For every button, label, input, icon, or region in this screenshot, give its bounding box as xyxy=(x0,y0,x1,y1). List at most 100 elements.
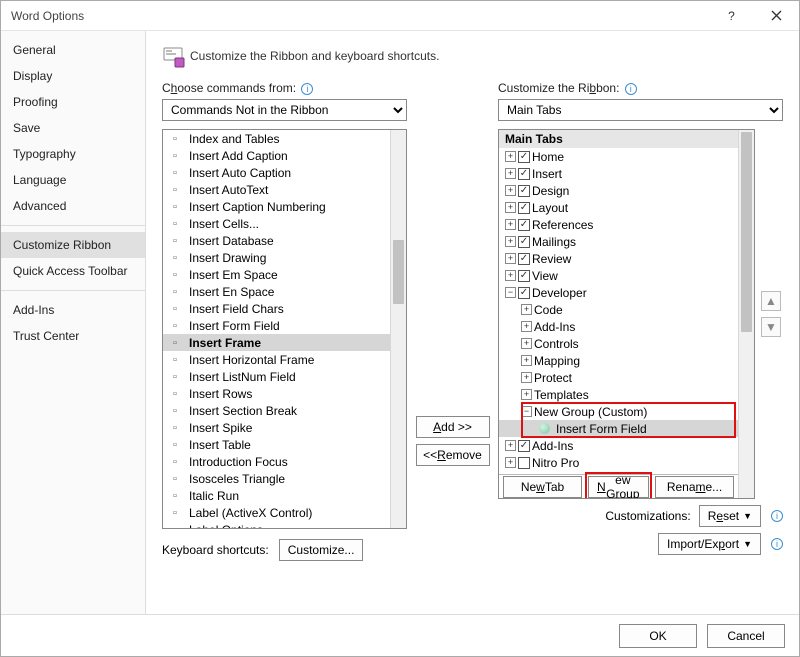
tree-group[interactable]: +Protect xyxy=(499,369,738,386)
tree-tab[interactable]: +Nitro Pro xyxy=(499,454,738,471)
sidebar-item-save[interactable]: Save xyxy=(1,115,145,141)
sidebar-item-customize-ribbon[interactable]: Customize Ribbon xyxy=(1,232,145,258)
reset-button[interactable]: Reset▼ xyxy=(699,505,761,527)
move-up-button[interactable]: ▲ xyxy=(761,291,781,311)
customize-ribbon-icon xyxy=(162,45,182,67)
command-icon: ▫ xyxy=(167,438,183,452)
customize-shortcuts-button[interactable]: Customize... xyxy=(279,539,364,561)
move-down-button[interactable]: ▼ xyxy=(761,317,781,337)
ribbon-tree[interactable]: Main Tabs +✓Home+✓Insert+✓Design+✓Layout… xyxy=(498,129,755,499)
choose-commands-combo[interactable]: Commands Not in the Ribbon xyxy=(162,99,407,121)
command-item[interactable]: ▫Insert En Space xyxy=(163,283,390,300)
sidebar-item-typography[interactable]: Typography xyxy=(1,141,145,167)
sidebar-item-trust-center[interactable]: Trust Center xyxy=(1,323,145,349)
command-icon: ▫ xyxy=(167,353,183,367)
tree-tab[interactable]: +✓Add-Ins xyxy=(499,437,738,454)
tree-custom-item[interactable]: Insert Form Field xyxy=(499,420,738,437)
help-button[interactable]: ? xyxy=(709,1,754,31)
keyboard-shortcuts-label: Keyboard shortcuts: xyxy=(162,543,269,557)
info-icon[interactable]: i xyxy=(771,510,783,522)
command-item[interactable]: ▫Introduction Focus xyxy=(163,453,390,470)
tree-group[interactable]: +Templates xyxy=(499,386,738,403)
command-icon: ▫ xyxy=(167,268,183,282)
command-item[interactable]: ▫Insert Form Field xyxy=(163,317,390,334)
tree-tab[interactable]: +✓View xyxy=(499,267,738,284)
sidebar-item-language[interactable]: Language xyxy=(1,167,145,193)
command-item[interactable]: ▫Insert Field Chars xyxy=(163,300,390,317)
scrollbar[interactable] xyxy=(390,130,406,528)
command-item[interactable]: ▫Insert Table xyxy=(163,436,390,453)
dialog-body: GeneralDisplayProofingSaveTypographyLang… xyxy=(1,31,799,614)
tree-group[interactable]: +Add-Ins xyxy=(499,318,738,335)
new-group-button[interactable]: New Group xyxy=(588,476,649,498)
sidebar-item-proofing[interactable]: Proofing xyxy=(1,89,145,115)
titlebar: Word Options ? xyxy=(1,1,799,31)
info-icon[interactable]: i xyxy=(625,83,637,95)
close-button[interactable] xyxy=(754,1,799,31)
sidebar-item-general[interactable]: General xyxy=(1,37,145,63)
tree-tab-developer[interactable]: −✓Developer xyxy=(499,284,738,301)
command-item[interactable]: ▫Insert Horizontal Frame xyxy=(163,351,390,368)
command-item[interactable]: ▫Insert Add Caption xyxy=(163,147,390,164)
command-icon: ▫ xyxy=(167,302,183,316)
tree-tab[interactable]: +✓Home xyxy=(499,148,738,165)
command-item[interactable]: ▫Italic Run xyxy=(163,487,390,504)
keyboard-shortcuts-row: Keyboard shortcuts: Customize... xyxy=(162,539,407,561)
command-item[interactable]: ▫Insert AutoText xyxy=(163,181,390,198)
command-item[interactable]: ▫Insert Cells... xyxy=(163,215,390,232)
command-item[interactable]: ▫Insert Frame xyxy=(163,334,390,351)
commands-listbox[interactable]: ▫Index and Tables▫Insert Add Caption▫Ins… xyxy=(162,129,407,529)
tree-tab[interactable]: +✓Review xyxy=(499,250,738,267)
customizations-label: Customizations: xyxy=(605,509,690,523)
tree-tab[interactable]: +✓Insert xyxy=(499,165,738,182)
command-item[interactable]: ▫Insert Database xyxy=(163,232,390,249)
command-icon: ▫ xyxy=(167,472,183,486)
import-export-button[interactable]: Import/Export▼ xyxy=(658,533,761,555)
command-icon: ▫ xyxy=(167,217,183,231)
tree-tab[interactable]: +✓Mailings xyxy=(499,233,738,250)
command-item[interactable]: ▫Label (ActiveX Control) xyxy=(163,504,390,521)
page-header: Customize the Ribbon and keyboard shortc… xyxy=(162,45,783,67)
command-item[interactable]: ▫Insert ListNum Field xyxy=(163,368,390,385)
customize-ribbon-combo[interactable]: Main Tabs xyxy=(498,99,783,121)
tree-tab[interactable]: +✓Design xyxy=(499,182,738,199)
scrollbar[interactable] xyxy=(738,130,754,498)
command-icon: ▫ xyxy=(167,421,183,435)
transfer-buttons: Add >> << Remove xyxy=(415,81,490,614)
command-item[interactable]: ▫Insert Em Space xyxy=(163,266,390,283)
info-icon[interactable]: i xyxy=(771,538,783,550)
command-item[interactable]: ▫Insert Spike xyxy=(163,419,390,436)
tree-footer: New Tab New Group Rename... xyxy=(499,474,738,498)
ribbon-column: Customize the Ribbon: i Main Tabs Main T… xyxy=(498,81,783,614)
ok-button[interactable]: OK xyxy=(619,624,697,648)
tree-group[interactable]: +Mapping xyxy=(499,352,738,369)
sidebar-item-quick-access-toolbar[interactable]: Quick Access Toolbar xyxy=(1,258,145,284)
tree-group[interactable]: +Controls xyxy=(499,335,738,352)
command-item[interactable]: ▫Insert Drawing xyxy=(163,249,390,266)
tree-tab[interactable]: +✓Layout xyxy=(499,199,738,216)
command-item[interactable]: ▫Label Options... xyxy=(163,521,390,528)
tree-custom-group[interactable]: −New Group (Custom) xyxy=(499,403,738,420)
sidebar-item-advanced[interactable]: Advanced xyxy=(1,193,145,219)
tree-group[interactable]: +Code xyxy=(499,301,738,318)
sidebar-item-display[interactable]: Display xyxy=(1,63,145,89)
command-item[interactable]: ▫Insert Rows xyxy=(163,385,390,402)
command-item[interactable]: ▫Insert Caption Numbering xyxy=(163,198,390,215)
command-item[interactable]: ▫Index and Tables xyxy=(163,130,390,147)
command-item[interactable]: ▫Insert Section Break xyxy=(163,402,390,419)
category-sidebar: GeneralDisplayProofingSaveTypographyLang… xyxy=(1,31,146,614)
command-item[interactable]: ▫Insert Auto Caption xyxy=(163,164,390,181)
remove-button[interactable]: << Remove xyxy=(416,444,490,466)
info-icon[interactable]: i xyxy=(301,83,313,95)
word-options-dialog: Word Options ? GeneralDisplayProofingSav… xyxy=(0,0,800,657)
command-icon: ▫ xyxy=(167,404,183,418)
rename-button[interactable]: Rename... xyxy=(655,476,734,498)
new-tab-button[interactable]: New Tab xyxy=(503,476,582,498)
add-button[interactable]: Add >> xyxy=(416,416,490,438)
sidebar-item-add-ins[interactable]: Add-Ins xyxy=(1,297,145,323)
cancel-button[interactable]: Cancel xyxy=(707,624,785,648)
tree-tab[interactable]: +✓References xyxy=(499,216,738,233)
command-icon: ▫ xyxy=(167,251,183,265)
customizations-row: Customizations: Reset▼ i xyxy=(605,505,783,527)
command-item[interactable]: ▫Isosceles Triangle xyxy=(163,470,390,487)
